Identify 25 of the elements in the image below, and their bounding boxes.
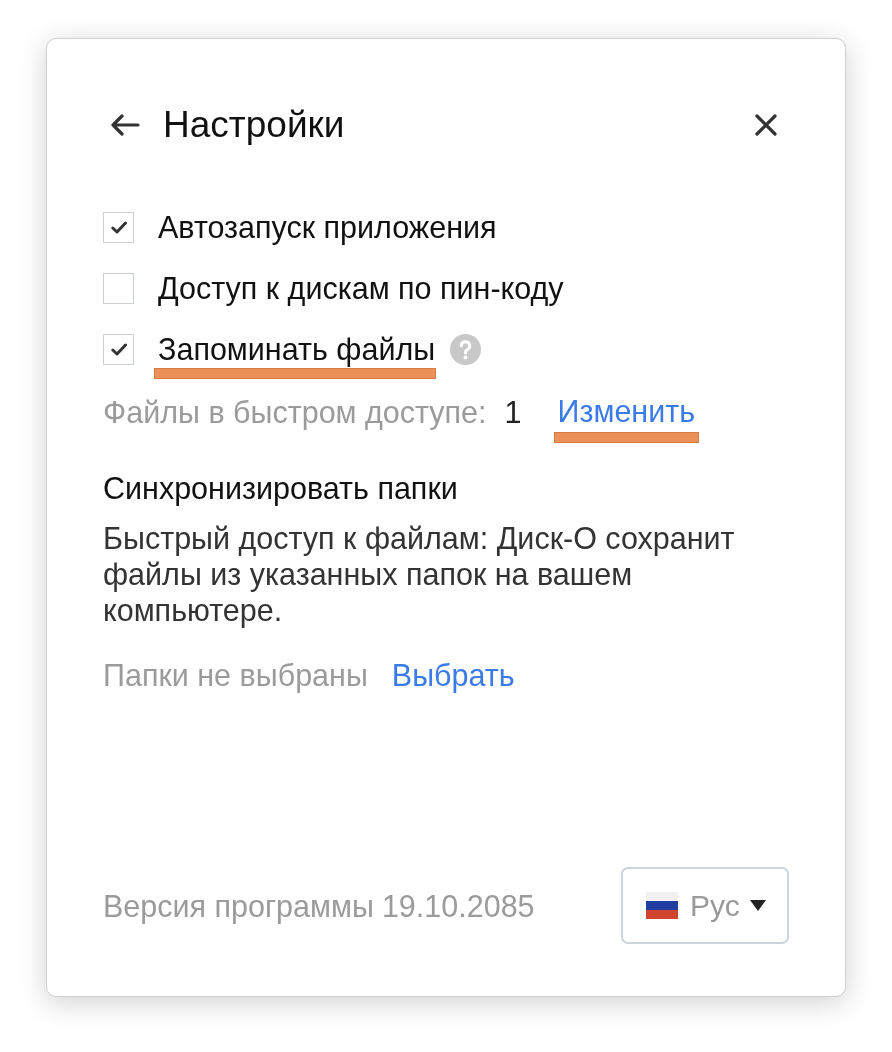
window-title: Настройки [163, 103, 345, 147]
language-button[interactable]: Рус [621, 867, 789, 944]
close-icon [755, 114, 777, 136]
back-button[interactable] [110, 114, 140, 136]
version-label: Версия программы [103, 888, 374, 923]
option-label: Запоминать файлы [158, 332, 436, 366]
check-icon [110, 343, 127, 356]
checkbox[interactable] [103, 273, 134, 304]
checkbox[interactable] [103, 334, 134, 365]
quick-access-label: Файлы в быстром доступе: [103, 394, 487, 429]
option-label: Доступ к дискам по пин-коду [158, 271, 564, 305]
change-link[interactable]: Изменить [557, 394, 696, 428]
option-label: Автозапуск приложения [158, 210, 497, 244]
choose-link[interactable]: Выбрать [391, 658, 515, 692]
folders-status: Папки не выбраны [103, 658, 368, 692]
close-button[interactable] [755, 114, 777, 136]
sync-description: Быстрый доступ к файлам: Диск-О сохранит файлы из указанных папок на вашем компьютере. [103, 520, 736, 628]
flag-icon [646, 892, 678, 919]
caret-icon [749, 900, 766, 911]
check-icon [110, 221, 127, 234]
checkbox[interactable] [103, 212, 134, 243]
quick-access-count: 1 [504, 394, 522, 429]
version-number: 19.10.2085 [381, 888, 535, 923]
back-arrow-icon [110, 114, 140, 136]
sync-title: Синхронизировать папки [103, 472, 459, 504]
